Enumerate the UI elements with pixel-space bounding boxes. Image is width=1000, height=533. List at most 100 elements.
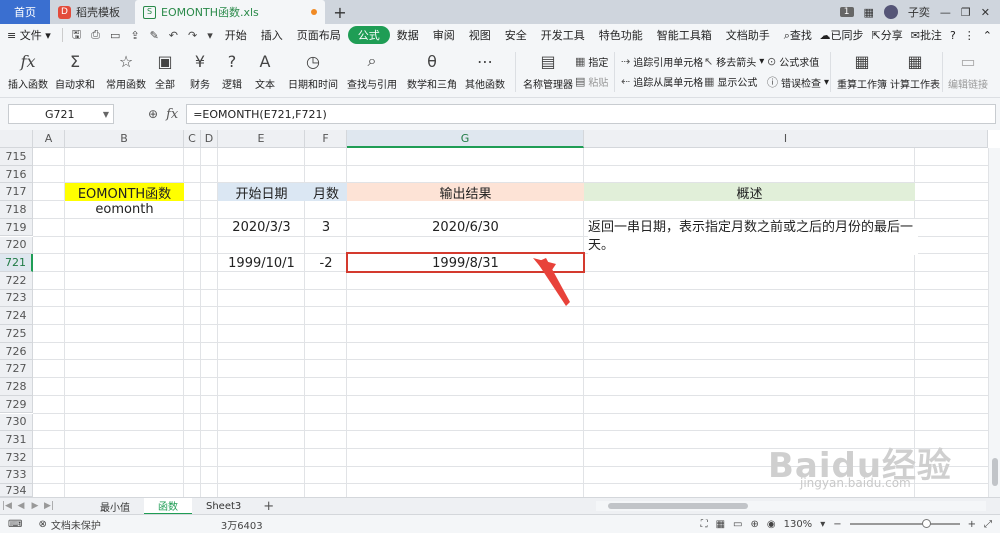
cell-e719[interactable]: 2020/3/3 [218,219,305,237]
column-header-b[interactable]: B [65,130,184,148]
menu-item-view[interactable]: 视图 [462,27,498,43]
first-sheet-icon[interactable]: |◀ [0,501,14,511]
zoom-slider-knob[interactable] [921,519,931,528]
zoom-out-icon[interactable]: − [833,519,841,530]
cell-e717[interactable]: 开始日期 [218,183,305,202]
row-header[interactable]: 720 [0,236,33,255]
row-header[interactable]: 726 [0,342,33,361]
row-header[interactable]: 716 [0,165,33,184]
name-box[interactable]: G721 ▼ [8,104,114,124]
insert-function-button[interactable]: fx 插入函数 [8,50,48,92]
name-manager-button[interactable]: ▤ 名称管理器 [523,50,573,92]
row-header[interactable]: 718 [0,201,33,219]
row-header[interactable]: 719 [0,218,33,237]
more-icon[interactable]: ▾ [202,29,218,42]
row-header[interactable]: 725 [0,325,33,343]
format-painter-icon[interactable]: ✎ [145,29,164,42]
column-header-c[interactable]: C [184,130,201,148]
window-count-badge[interactable]: 1 [839,7,854,17]
comment-button[interactable]: ✉批注 [911,27,942,43]
cell-g719[interactable]: 2020/6/30 [347,219,584,237]
cell-f717[interactable]: 月数 [305,183,347,202]
trace-precedents-button[interactable]: ⇢ 追踪引用单元格 [621,54,703,69]
other-functions-button[interactable]: ⋯ 其他函数 [465,50,505,92]
cell-b717[interactable]: EOMONTH函数 [65,183,184,202]
row-header[interactable]: 731 [0,431,33,449]
file-menu[interactable]: ≡ 文件 ▾ [0,27,58,43]
menu-item-formula[interactable]: 公式 [347,26,390,44]
column-header-d[interactable]: D [201,130,218,148]
row-header[interactable]: 728 [0,378,33,396]
date-time-button[interactable]: ◷ 日期和时间 [288,50,338,92]
avatar[interactable] [883,5,898,19]
zoom-level[interactable]: 130% [784,519,813,530]
common-functions-button[interactable]: ☆ 常用函数 [106,50,146,92]
more-options-icon[interactable]: ⋮ [964,29,975,42]
collapse-ribbon-icon[interactable]: ⌃ [983,29,992,42]
row-header-selected[interactable]: 721 [0,254,33,272]
vertical-scrollbar[interactable] [988,148,1000,497]
cell-i717[interactable]: 概述 [584,183,915,202]
menu-item-insert[interactable]: 插入 [254,27,290,43]
restore-icon[interactable]: ❐ [961,6,971,19]
evaluate-formula-button[interactable]: ⊙ 公式求值 [767,54,819,69]
row-header[interactable]: 727 [0,360,33,379]
search-button[interactable]: ⌕查找 [777,27,819,43]
sheet-tab-sheet3[interactable]: Sheet3 [192,498,255,515]
read-mode-icon[interactable]: ⊕ [750,519,758,530]
menu-item-assistant[interactable]: 文档助手 [719,27,777,43]
lookup-button[interactable]: ⌕ 查找与引用 [347,50,397,91]
column-header-g[interactable]: G [347,130,584,148]
text-button[interactable]: A 文本 [255,50,275,92]
next-sheet-icon[interactable]: ▶ [28,501,42,511]
user-name[interactable]: 子奕 [908,4,930,20]
cell-g717[interactable]: 输出结果 [347,183,584,202]
eye-protect-icon[interactable]: ◉ [767,519,776,530]
cell-f721[interactable]: -2 [305,254,347,272]
fit-icon[interactable]: ⤢ [984,519,992,530]
sheet-tab-min[interactable]: 最小值 [86,498,144,515]
scroll-thumb[interactable] [608,503,748,509]
menu-item-data[interactable]: 数据 [390,27,426,43]
row-header[interactable]: 724 [0,307,33,325]
autosum-button[interactable]: Σ 自动求和 [55,50,95,92]
specify-button[interactable]: ▦ 指定 [575,54,608,69]
minimize-icon[interactable]: — [940,6,951,19]
column-header-e[interactable]: E [218,130,305,148]
last-sheet-icon[interactable]: ▶| [42,501,56,511]
calc-sheet-button[interactable]: ▦ 计算工作表 [890,50,940,92]
redo-icon[interactable]: ↷ [183,29,202,42]
row-header[interactable]: 722 [0,271,33,290]
cell-i719[interactable]: 返回一串日期，表示指定月数之前或之后的月份的最后一天。 [588,219,918,255]
menu-item-review[interactable]: 审阅 [426,27,462,43]
logic-button[interactable]: ? 逻辑 [222,50,242,92]
cell-e721[interactable]: 1999/10/1 [218,254,305,272]
remove-arrows-button[interactable]: ↖ 移去箭头 ▾ [704,54,764,69]
row-header[interactable]: 732 [0,448,33,467]
cell-f719[interactable]: 3 [305,219,347,237]
row-header[interactable]: 734 [0,484,33,497]
column-header-i[interactable]: I [584,130,988,148]
grid-view-icon[interactable]: ▦ [864,6,874,19]
row-header[interactable]: 730 [0,413,33,432]
zoom-dropdown-icon[interactable]: ▾ [820,519,825,530]
horizontal-scrollbar[interactable] [596,501,986,511]
trace-dependents-button[interactable]: ⇠ 追踪从属单元格 [621,74,703,89]
new-tab-button[interactable]: + [325,0,355,24]
undo-icon[interactable]: ↶ [164,29,183,42]
formula-input[interactable]: =EOMONTH(E721,F721) [186,104,996,124]
tab-document[interactable]: S EOMONTH函数.xls [135,0,325,24]
macro-icon[interactable]: ⌨ [0,519,30,530]
row-header[interactable]: 715 [0,148,33,166]
all-functions-button[interactable]: ▣ 全部 [155,50,175,92]
close-icon[interactable]: ✕ [981,6,990,19]
tab-template[interactable]: D 稻壳模板 [50,0,135,24]
share-button[interactable]: ⇱分享 [872,27,903,43]
zoom-in-icon[interactable]: + [968,519,976,530]
help-icon[interactable]: ? [950,29,956,42]
menu-item-developer[interactable]: 开发工具 [534,27,592,43]
export-icon[interactable]: ⇪ [125,29,144,42]
row-header[interactable]: 729 [0,395,33,414]
sheet-tab-functions[interactable]: 函数 [144,497,192,515]
fx-icon[interactable]: fx [166,107,178,122]
